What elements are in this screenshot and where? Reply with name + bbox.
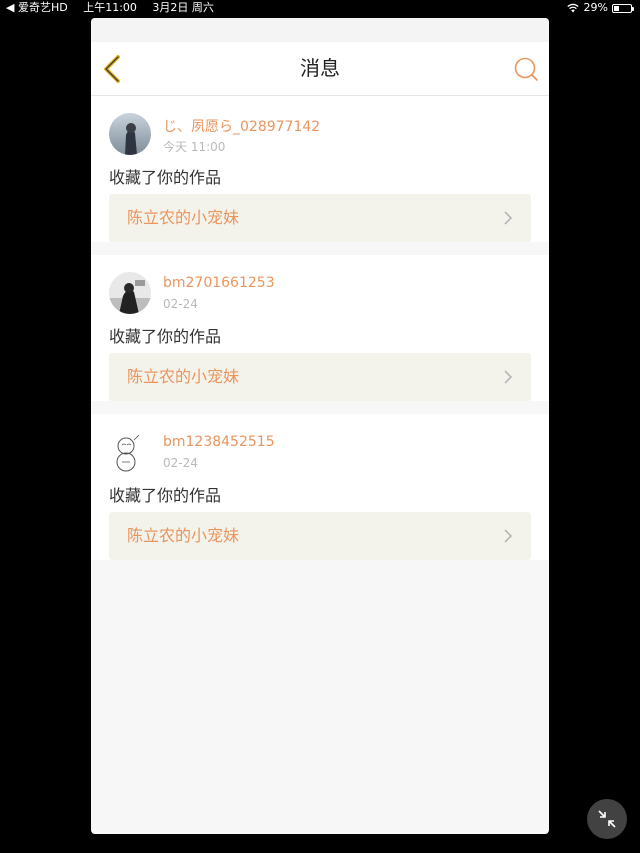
nav-bar: 消息 [91,42,549,96]
status-bar: ◀ 爱奇艺HD 上午11:00 3月2日 周六 29% [0,0,640,18]
work-link[interactable]: 陈立农的小宠妹 [109,512,531,560]
top-strip [91,18,549,42]
app-window: 消息 じ、夙愿ら_028977142 今天 11:00 收藏了你的作品 陈立农的… [91,18,549,834]
chevron-right-icon [504,529,513,543]
username[interactable]: bm1238452515 [163,434,275,450]
work-link[interactable]: 陈立农的小宠妹 [109,194,531,242]
work-title: 陈立农的小宠妹 [127,208,240,227]
message-item: bm2701661253 02-24 收藏了你的作品 陈立农的小宠妹 [91,255,549,401]
user-avatar[interactable] [109,431,151,473]
action-text: 收藏了你的作品 [109,168,222,187]
username[interactable]: じ、夙愿ら_028977142 [163,116,320,136]
battery-level [614,5,619,11]
username[interactable]: bm2701661253 [163,275,275,291]
page-title: 消息 [300,56,340,80]
status-date: 3月2日 周六 [152,1,214,14]
chevron-right-icon [504,370,513,384]
message-time: 今天 11:00 [163,140,226,154]
collapse-icon [598,810,616,828]
battery-percent: 29% [583,1,608,14]
search-icon[interactable] [513,56,539,82]
wifi-icon [566,3,579,13]
message-time: 02-24 [163,297,198,311]
collapse-button[interactable] [587,799,627,839]
work-title: 陈立农的小宠妹 [127,367,240,386]
message-item: bm1238452515 02-24 收藏了你的作品 陈立农的小宠妹 [91,414,549,560]
action-text: 收藏了你的作品 [109,327,222,346]
chevron-right-icon [504,211,513,225]
battery-icon [612,3,634,13]
status-time: 上午11:00 [83,1,137,14]
message-time: 02-24 [163,456,198,470]
work-title: 陈立农的小宠妹 [127,526,240,545]
user-avatar[interactable] [109,272,151,314]
message-item: じ、夙愿ら_028977142 今天 11:00 收藏了你的作品 陈立农的小宠妹 [91,96,549,242]
user-avatar[interactable] [109,113,151,155]
work-link[interactable]: 陈立农的小宠妹 [109,353,531,401]
action-text: 收藏了你的作品 [109,486,222,505]
back-to-app-link[interactable]: ◀ 爱奇艺HD [6,1,68,14]
